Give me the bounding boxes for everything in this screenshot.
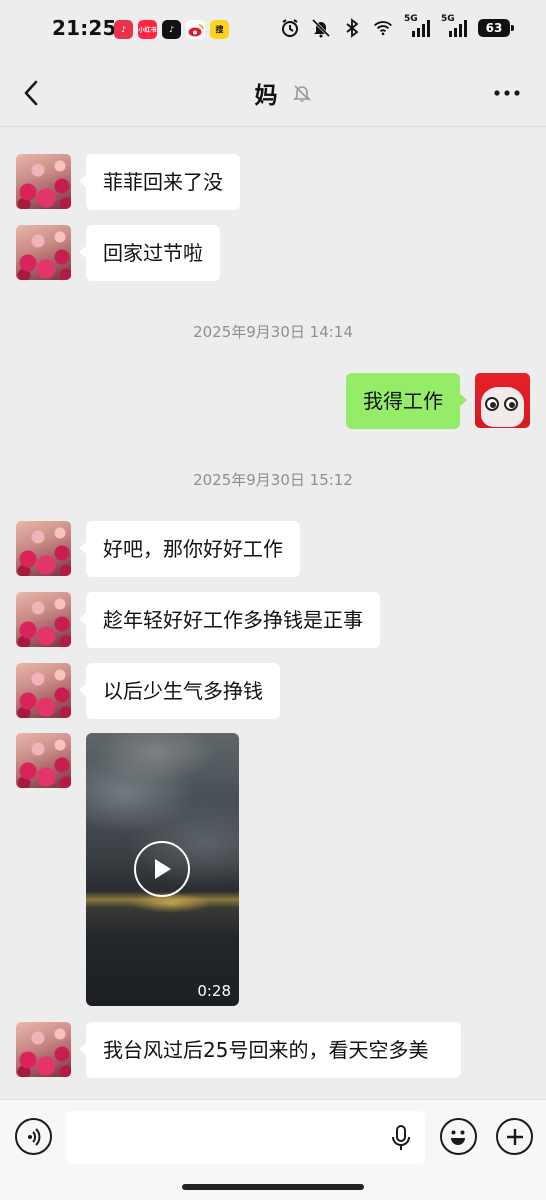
contact-avatar[interactable] (16, 1022, 71, 1077)
video-duration: 0:28 (197, 982, 231, 1000)
weibo-app-icon (186, 20, 205, 39)
message-list[interactable]: 菲菲回来了没 回家过节啦 2025年9月30日 14:14 我得工作 2025年… (0, 127, 546, 1099)
battery-indicator: 63 (478, 19, 514, 37)
play-icon[interactable] (134, 841, 190, 897)
flower-avatar-image (16, 521, 71, 576)
network-label: 5G (404, 14, 418, 24)
more-functions-button[interactable] (496, 1118, 533, 1155)
my-avatar[interactable] (475, 373, 530, 428)
network-label: 5G (441, 14, 455, 24)
douyin-app-icon: ♪ (162, 20, 181, 39)
more-options-button[interactable] (490, 78, 524, 108)
signal-5g-icon: 5G (441, 14, 467, 38)
plus-icon (506, 1128, 523, 1145)
contact-avatar[interactable] (16, 733, 71, 788)
contact-avatar[interactable] (16, 663, 71, 718)
status-time: 21:25 (52, 16, 117, 40)
message-timestamp: 2025年9月30日 15:12 (193, 471, 353, 489)
input-bar (0, 1099, 546, 1200)
message-bubble[interactable]: 回家过节啦 (79, 225, 220, 281)
music-app-icon: ♪ (114, 20, 133, 39)
message-bubble[interactable]: 我得工作 (346, 373, 467, 429)
home-indicator[interactable] (182, 1184, 364, 1190)
voice-icon (27, 1127, 40, 1146)
cartoon-avatar-image (475, 373, 530, 428)
contact-avatar[interactable] (16, 521, 71, 576)
more-dots-icon (494, 90, 520, 96)
contact-avatar[interactable] (16, 592, 71, 647)
message-bubble[interactable]: 我台风过后25号回来的，看天空多美 (79, 1022, 461, 1078)
microphone-button[interactable] (388, 1124, 414, 1152)
contact-avatar[interactable] (16, 154, 71, 209)
flower-avatar-image (16, 663, 71, 718)
message-bubble[interactable]: 好吧，那你好好工作 (79, 521, 300, 577)
message-bubble[interactable]: 趁年轻好好工作多挣钱是正事 (79, 592, 380, 648)
video-message[interactable]: 0:28 (86, 733, 239, 1006)
alarm-icon (280, 18, 300, 38)
microphone-icon (392, 1125, 410, 1150)
mute-bell-icon (311, 18, 331, 38)
message-bubble[interactable]: 以后少生气多挣钱 (79, 663, 280, 719)
flower-avatar-image (16, 154, 71, 209)
notification-app-icons: ♪ 小红书 ♪ 搜 (114, 20, 229, 39)
smiley-icon (451, 1130, 465, 1145)
mute-notifications-icon (292, 85, 311, 102)
flower-avatar-image (16, 225, 71, 280)
chat-header: 妈 (0, 62, 546, 126)
system-status-icons: 5G 5G 63 (280, 14, 514, 38)
message-input[interactable] (66, 1111, 425, 1164)
wifi-icon (373, 18, 393, 38)
message-bubble[interactable]: 菲菲回来了没 (79, 154, 240, 210)
chat-title-group: 妈 (0, 76, 546, 110)
bluetooth-icon (342, 18, 362, 38)
contact-avatar[interactable] (16, 225, 71, 280)
signal-5g-icon: 5G (404, 14, 430, 38)
news-app-icon: 搜 (210, 20, 229, 39)
chat-title: 妈 (254, 83, 278, 109)
message-timestamp: 2025年9月30日 14:14 (193, 323, 353, 341)
flower-avatar-image (16, 1022, 71, 1077)
flower-avatar-image (16, 592, 71, 647)
status-bar: 21:25 ♪ 小红书 ♪ 搜 5G 5G 63 (0, 0, 546, 62)
xiaohongshu-app-icon: 小红书 (138, 20, 157, 39)
voice-input-button[interactable] (15, 1118, 52, 1155)
emoji-button[interactable] (440, 1118, 477, 1155)
flower-avatar-image (16, 733, 71, 788)
